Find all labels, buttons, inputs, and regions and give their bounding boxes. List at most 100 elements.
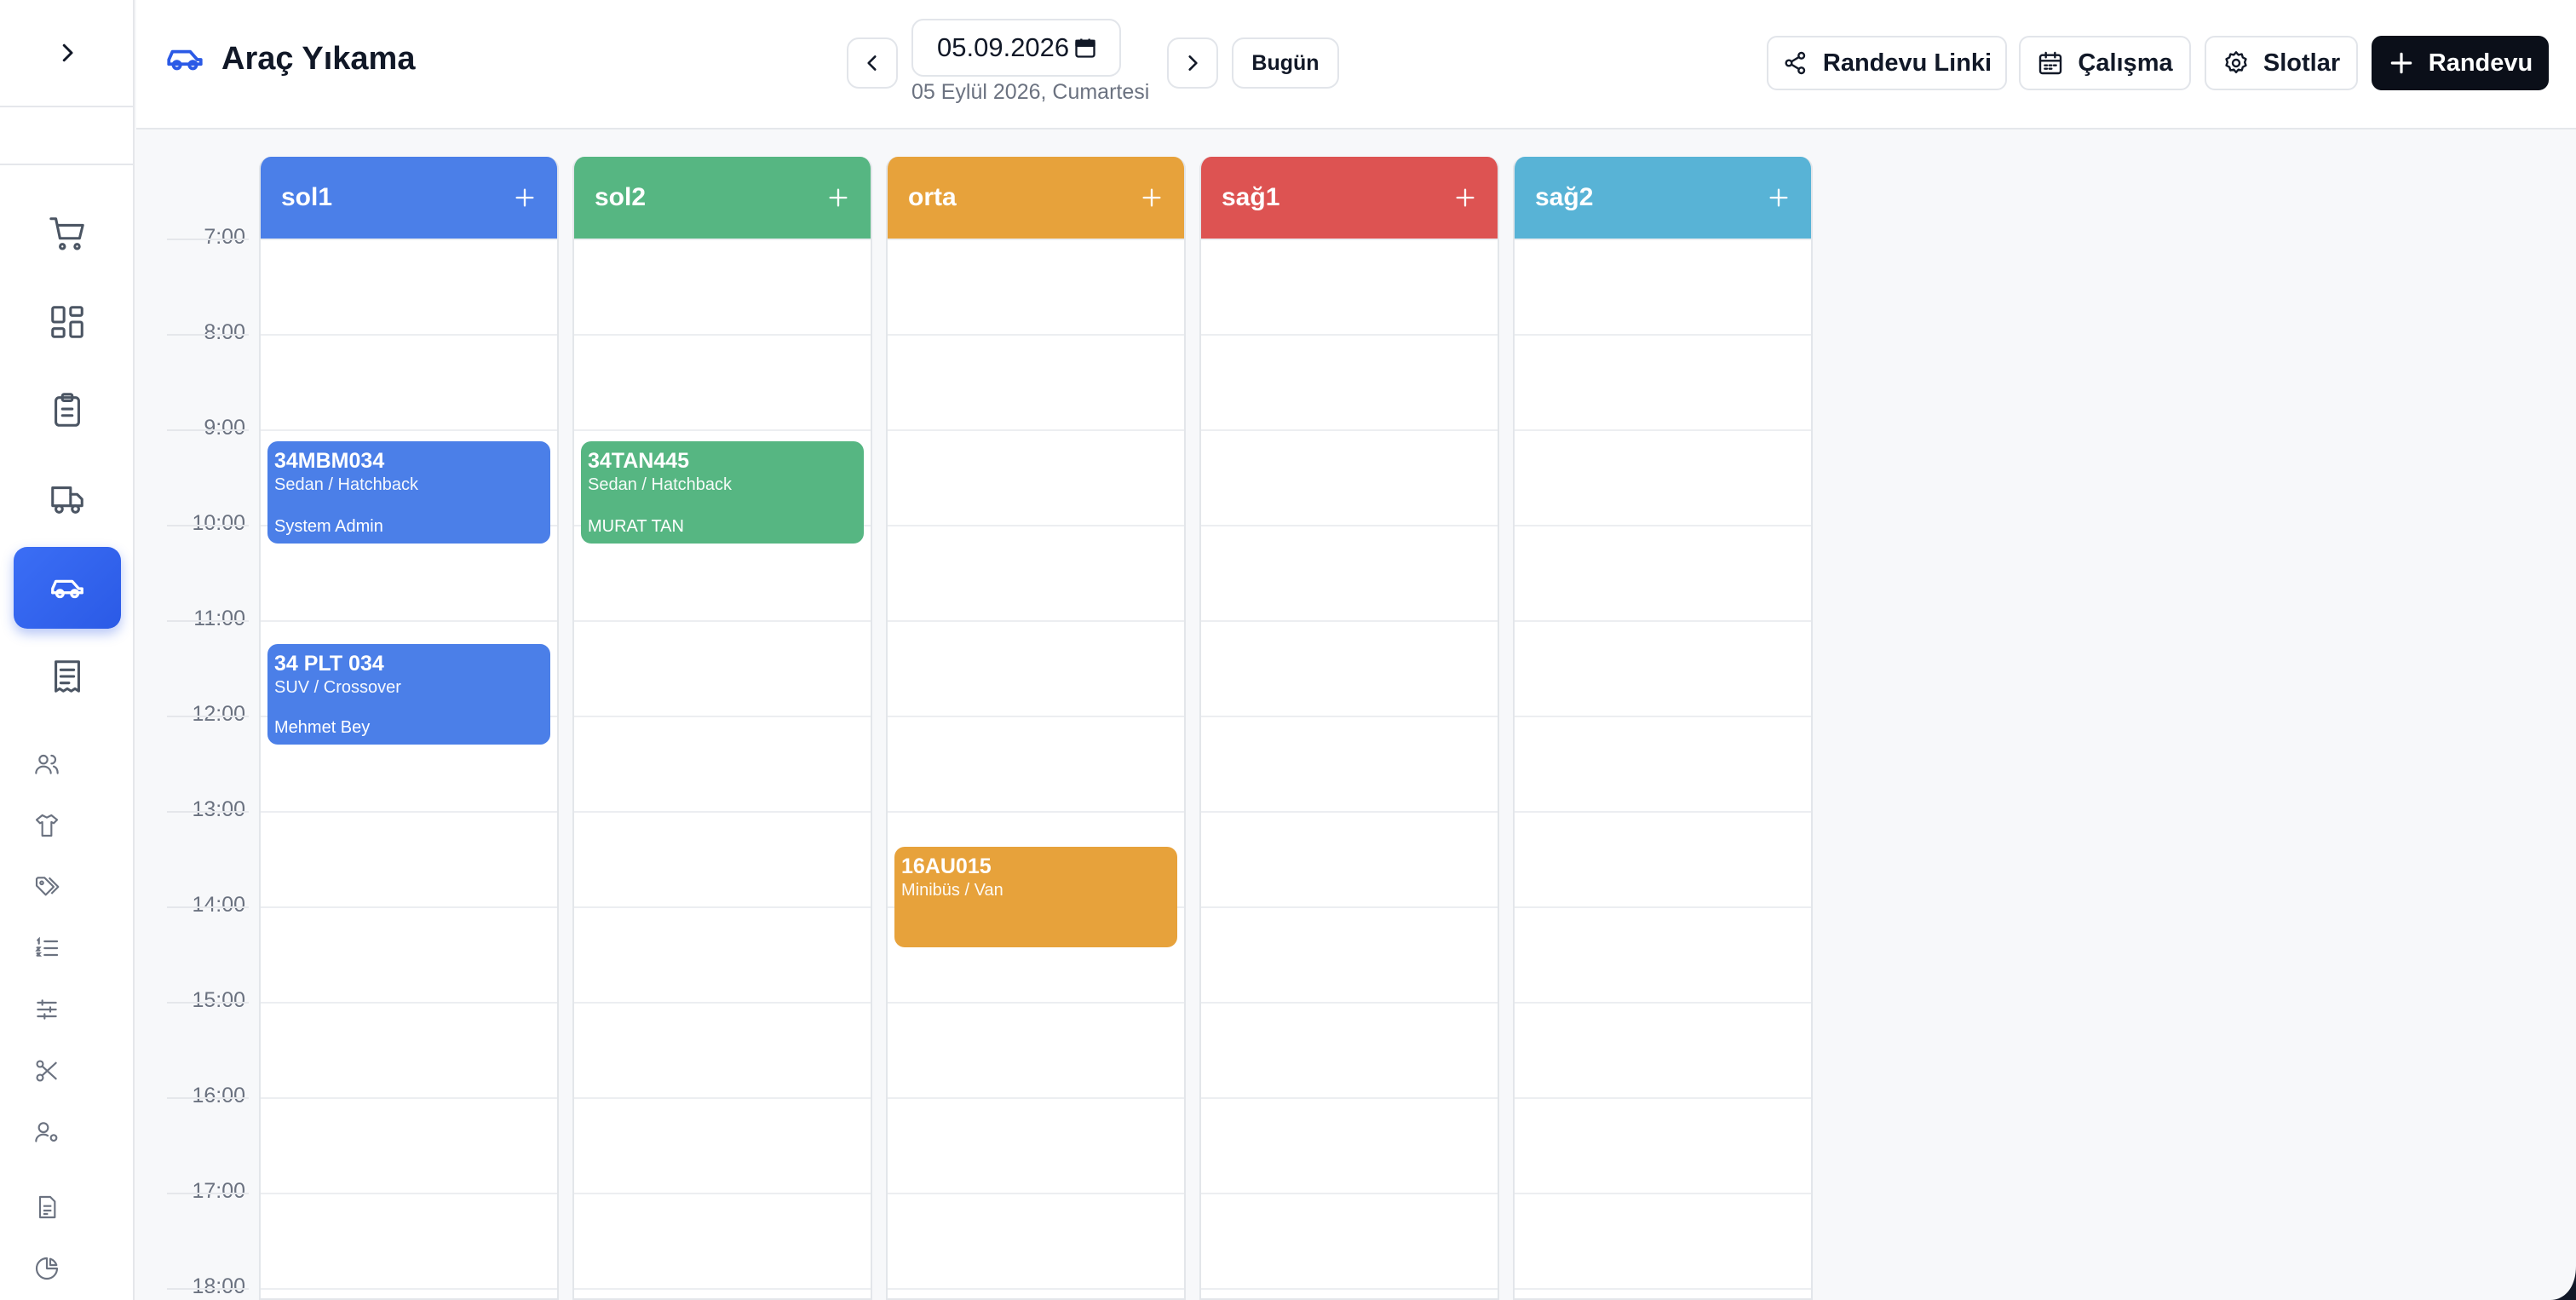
sidebar-item-list[interactable]: [26, 927, 68, 969]
sidebar-item-services[interactable]: [26, 1050, 68, 1092]
new-appointment-button[interactable]: Randevu: [2372, 36, 2549, 90]
plus-icon[interactable]: [513, 186, 537, 210]
chevron-right-icon: [62, 43, 73, 62]
hour-line: [261, 1288, 557, 1290]
hour-line: [888, 1002, 1184, 1004]
hour-line: [1515, 429, 1811, 431]
lane-header: sol1: [261, 157, 557, 239]
hour-line: [888, 716, 1184, 717]
sidebar-item-products[interactable]: [26, 804, 68, 847]
hour-line: [167, 1002, 249, 1004]
hour-line: [574, 1288, 871, 1290]
sidebar-item-customers[interactable]: [26, 743, 68, 785]
sidebar-item-analytics[interactable]: [26, 1247, 68, 1290]
hour-line: [261, 334, 557, 336]
hour-line: [1515, 716, 1811, 717]
report-icon: [38, 1195, 56, 1219]
hour-line: [1201, 239, 1498, 240]
users-icon: [35, 754, 59, 774]
previous-day-button[interactable]: [847, 37, 898, 89]
appointment-plate: 16AU015: [901, 854, 992, 878]
time-label: 14:00: [192, 893, 245, 917]
slots-label: Slotlar: [2263, 49, 2341, 77]
sidebar-item-tasks[interactable]: [14, 370, 121, 452]
user-settings-icon: [35, 1122, 58, 1142]
appointment-card[interactable]: 16AU015 Minibüs / Van: [894, 847, 1177, 947]
hour-line: [167, 429, 249, 431]
lane-header: orta: [888, 157, 1184, 239]
hour-line: [1201, 716, 1498, 717]
lane-column[interactable]: sol1 34MBM034 Sedan / Hatchback System A…: [259, 157, 559, 1300]
sidebar-item-reports[interactable]: [26, 1186, 68, 1228]
scissors-icon: [36, 1060, 57, 1082]
plus-icon[interactable]: [1767, 186, 1791, 210]
sidebar-item-car-wash[interactable]: [14, 547, 121, 629]
hour-line: [574, 1002, 871, 1004]
sidebar-item-delivery[interactable]: [14, 458, 121, 540]
calendar-icon: [2039, 51, 2062, 75]
appointment-vehicle-type: Sedan / Hatchback: [274, 475, 418, 494]
sidebar-item-settings[interactable]: [26, 988, 68, 1031]
hour-line: [888, 811, 1184, 813]
lane-column[interactable]: sağ1: [1199, 157, 1499, 1300]
share-icon: [1785, 51, 1806, 75]
calendar-picker-icon[interactable]: [1073, 36, 1097, 60]
appointment-card[interactable]: 34MBM034 Sedan / Hatchback System Admin: [267, 441, 550, 544]
cart-icon: [49, 217, 84, 250]
sidebar-item-staff[interactable]: [26, 1111, 68, 1153]
truck-icon: [51, 486, 83, 514]
hour-line: [261, 1193, 557, 1194]
lane-column[interactable]: orta 16AU015 Minibüs / Van: [886, 157, 1186, 1300]
working-hours-button[interactable]: Çalışma: [2019, 36, 2191, 90]
hour-line: [1515, 1002, 1811, 1004]
dashboard-icon: [51, 306, 83, 338]
sidebar-item-tags[interactable]: [26, 866, 68, 908]
sidebar-toggle-button[interactable]: [0, 0, 135, 107]
hour-line: [574, 429, 871, 431]
hour-line: [1201, 525, 1498, 526]
appointment-plate: 34TAN445: [588, 449, 690, 473]
plus-icon[interactable]: [1140, 186, 1164, 210]
time-label: 13:00: [192, 797, 245, 821]
hour-line: [261, 429, 557, 431]
hour-line: [574, 1097, 871, 1099]
hour-line: [888, 239, 1184, 240]
slots-button[interactable]: Slotlar: [2205, 36, 2358, 90]
date-value: 05.09.2026: [937, 32, 1070, 62]
lane-column[interactable]: sağ2: [1513, 157, 1813, 1300]
scroll-corner: [2550, 1266, 2576, 1300]
lane-column[interactable]: sol2 34TAN445 Sedan / Hatchback MURAT TA…: [572, 157, 872, 1300]
sidebar-item-orders[interactable]: [14, 193, 121, 274]
hour-line: [888, 1193, 1184, 1194]
time-label: 12:00: [192, 702, 245, 726]
sliders-icon: [37, 999, 57, 1020]
working-hours-label: Çalışma: [2078, 49, 2173, 77]
hour-line: [574, 620, 871, 622]
hour-line: [261, 1002, 557, 1004]
plus-icon[interactable]: [826, 186, 850, 210]
sidebar-item-dashboard[interactable]: [14, 281, 121, 363]
time-label: 18:00: [192, 1274, 245, 1298]
hour-line: [1201, 1193, 1498, 1194]
plus-icon[interactable]: [1453, 186, 1477, 210]
appointment-plate: 34 PLT 034: [274, 652, 384, 676]
hour-line: [888, 1097, 1184, 1099]
sidebar-item-invoices[interactable]: [14, 636, 121, 717]
hour-line: [1201, 811, 1498, 813]
hour-line: [261, 906, 557, 908]
chevron-left-icon: [867, 55, 877, 71]
appointment-card[interactable]: 34TAN445 Sedan / Hatchback MURAT TAN: [581, 441, 864, 544]
time-label: 8:00: [204, 320, 245, 344]
appointment-link-button[interactable]: Randevu Linki: [1767, 36, 2007, 90]
hour-line: [1515, 1193, 1811, 1194]
time-label: 10:00: [192, 511, 245, 535]
hour-line: [574, 906, 871, 908]
next-day-button[interactable]: [1167, 37, 1218, 89]
hour-line: [888, 1288, 1184, 1290]
hour-line: [1201, 429, 1498, 431]
date-field[interactable]: 05.09.2026: [911, 19, 1121, 77]
plus-icon: [2390, 52, 2412, 74]
today-button[interactable]: Bugün: [1232, 37, 1339, 89]
hour-line: [574, 811, 871, 813]
appointment-card[interactable]: 34 PLT 034 SUV / Crossover Mehmet Bey: [267, 644, 550, 745]
